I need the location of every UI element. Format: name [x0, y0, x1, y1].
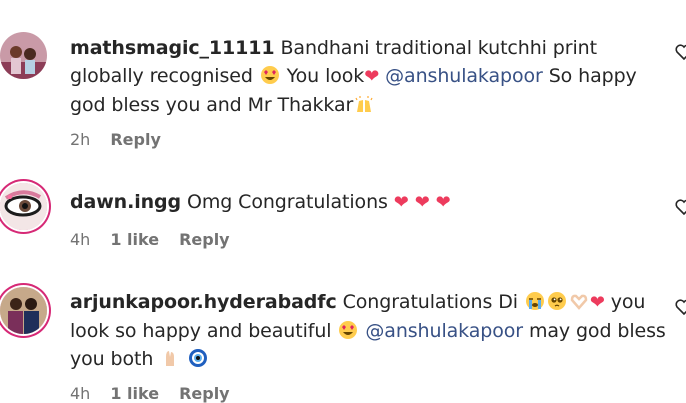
heart-hands-emoji-icon: [569, 291, 589, 311]
avatar[interactable]: [0, 287, 47, 334]
comment-time: 4h: [70, 230, 91, 249]
reply-button[interactable]: Reply: [179, 230, 230, 249]
nazar-amulet-emoji-icon: [188, 348, 208, 368]
mention-link[interactable]: @anshulakapoor: [365, 320, 523, 342]
like-heart-icon[interactable]: [674, 42, 686, 62]
crying-emoji-icon: [525, 291, 545, 311]
comment-username[interactable]: arjunkapoor.hyderabadfc: [70, 291, 337, 313]
pleading-face-emoji-icon: [547, 291, 567, 311]
heart-emoji-icon: ❤: [393, 192, 409, 213]
likes-count[interactable]: 1 like: [110, 384, 159, 403]
comment-text: dawn.ingg Omg Congratulations ❤ ❤ ❤: [70, 191, 451, 213]
avatar[interactable]: [0, 183, 47, 230]
raising-hands-emoji-icon: [354, 94, 374, 114]
heart-emoji-icon: ❤: [589, 292, 605, 313]
heart-eyes-emoji-icon: [260, 65, 280, 85]
crossed-fingers-emoji-icon: [160, 348, 180, 368]
reply-button[interactable]: Reply: [179, 384, 230, 403]
comment-meta: 2h Reply: [70, 130, 161, 149]
comment-time: 2h: [70, 130, 91, 149]
mention-link[interactable]: @anshulakapoor: [385, 65, 543, 87]
comment-username[interactable]: mathsmagic_11111: [70, 37, 275, 59]
reply-button[interactable]: Reply: [110, 130, 161, 149]
comment-username[interactable]: dawn.ingg: [70, 191, 181, 213]
like-heart-icon[interactable]: [674, 197, 686, 217]
heart-eyes-emoji-icon: [338, 320, 358, 340]
like-heart-icon[interactable]: [674, 297, 686, 317]
comment-text: mathsmagic_11111 Bandhani traditional ku…: [70, 37, 637, 116]
heart-emoji-icon: ❤: [435, 192, 451, 213]
comment-meta: 4h 1 like Reply: [70, 230, 230, 249]
likes-count[interactable]: 1 like: [110, 230, 159, 249]
heart-emoji-icon: ❤: [364, 66, 380, 87]
heart-emoji-icon: ❤: [414, 192, 430, 213]
comment-text: arjunkapoor.hyderabadfc Congratulations …: [70, 291, 666, 370]
avatar[interactable]: [0, 32, 47, 79]
comment-meta: 4h 1 like Reply: [70, 384, 230, 403]
comment-time: 4h: [70, 384, 91, 403]
